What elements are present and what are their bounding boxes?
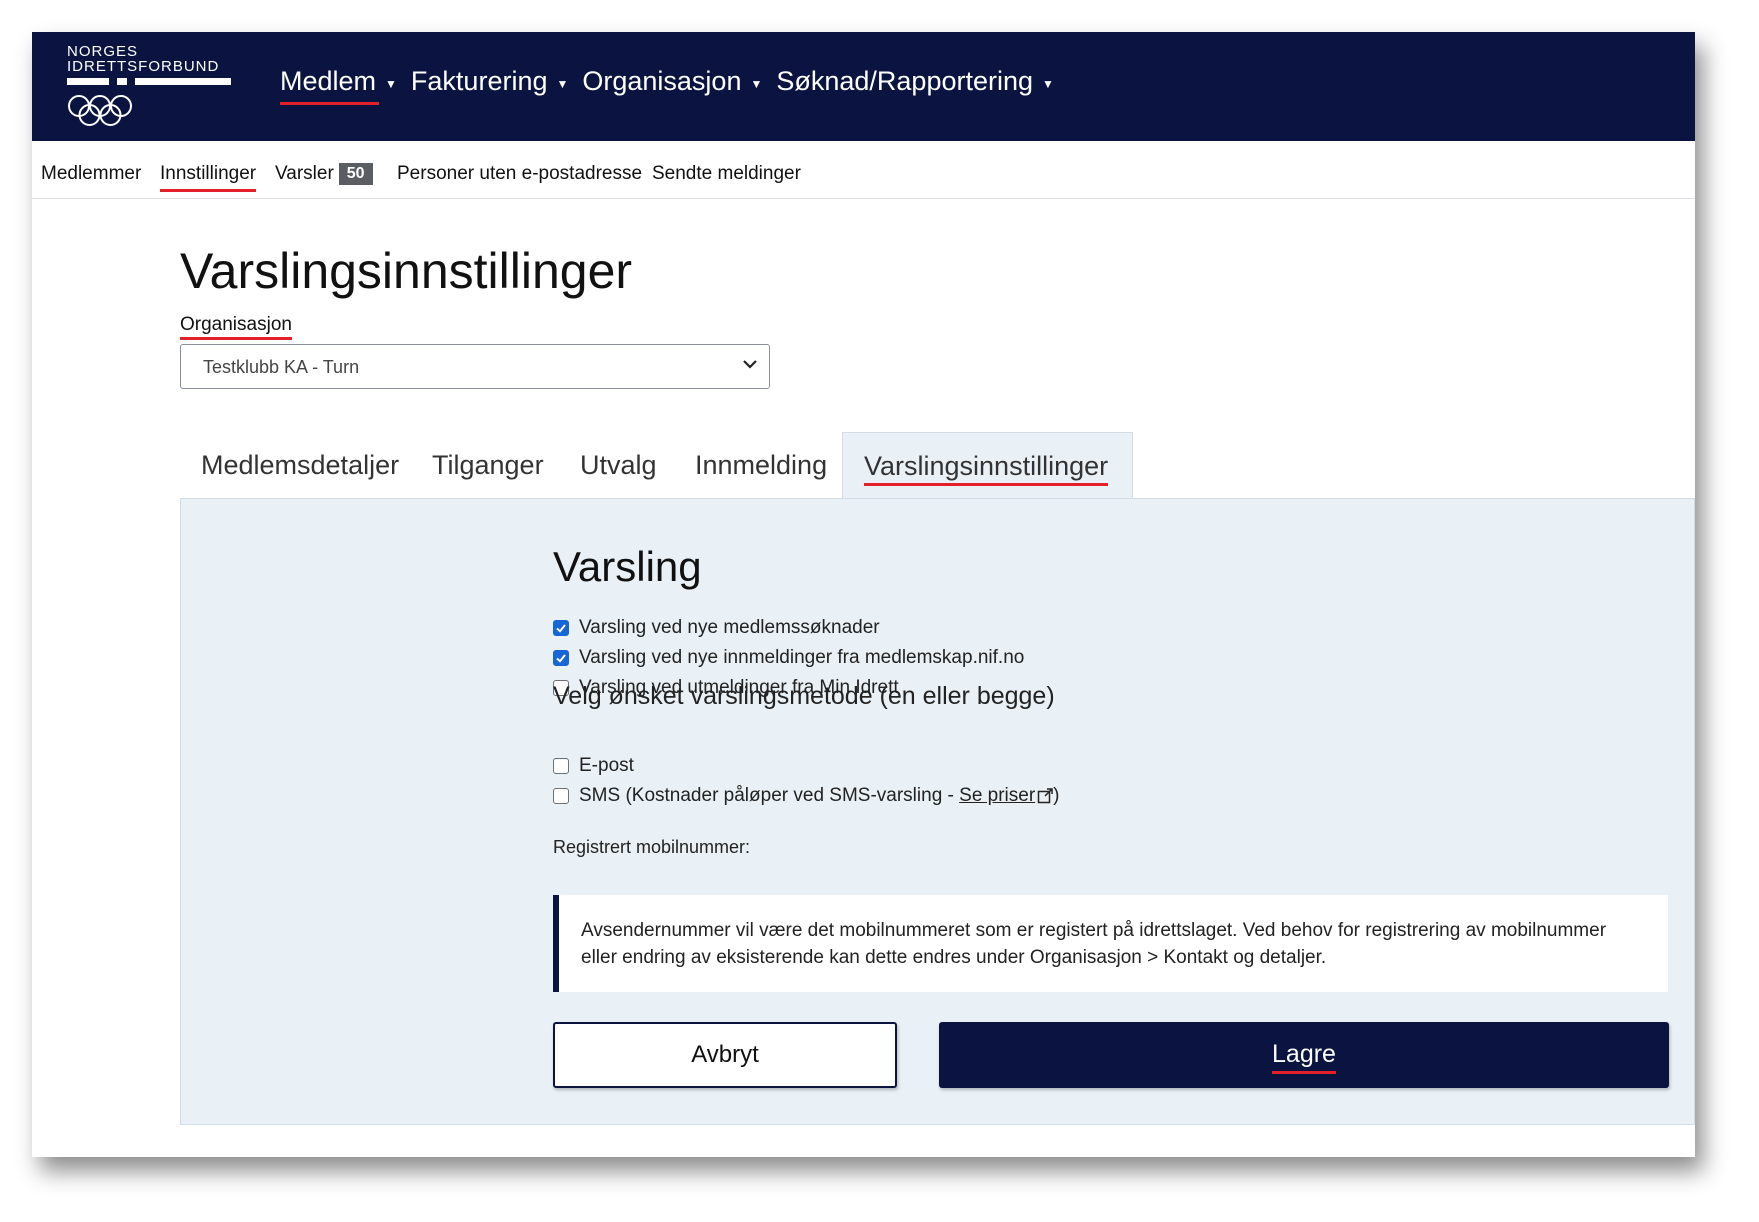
cancel-button[interactable]: Avbryt <box>553 1022 897 1088</box>
nav-organisasjon-label: Organisasjon <box>582 66 742 96</box>
tab-label: Medlemsdetaljer <box>201 450 400 480</box>
checkbox-checked[interactable] <box>553 620 569 636</box>
tab-tilganger[interactable]: Tilganger <box>432 432 544 499</box>
olympic-rings-icon <box>68 95 132 126</box>
checkbox-label: Varsling ved nye innmeldinger fra medlem… <box>579 647 1025 668</box>
tab-innmelding[interactable]: Innmelding <box>695 432 827 499</box>
checkbox-unchecked[interactable] <box>553 758 569 774</box>
nav-organisasjon[interactable]: Organisasjon ▼ <box>582 66 762 105</box>
sender-number-info-box: Avsendernummer vil være det mobilnummere… <box>553 895 1668 992</box>
caret-down-icon: ▼ <box>556 76 569 91</box>
checkbox-label-prefix: SMS (Kostnader påløper ved SMS-varsling … <box>579 785 960 806</box>
external-link-icon <box>1037 788 1053 804</box>
section-heading: Varsling <box>553 543 702 590</box>
tab-label: Varslingsinnstillinger <box>864 451 1109 486</box>
top-navigation-bar: NORGES IDRETTSFORBUND Medlem ▼ Faktureri… <box>32 32 1695 141</box>
checkbox-checked[interactable] <box>553 650 569 666</box>
chevron-down-icon <box>743 360 757 369</box>
notification-settings-panel: Varsling Varsling ved nye medlemssøknade… <box>180 498 1695 1125</box>
registered-mobile-label: Registrert mobilnummer: <box>553 837 751 857</box>
sub-navigation: Medlemmer Innstillinger Varsler 50 Person… <box>32 141 1695 199</box>
tab-varslingsinnstillinger[interactable]: Varslingsinnstillinger <box>842 432 1134 499</box>
logo-text-line1: NORGES <box>67 43 139 60</box>
save-button[interactable]: Lagre <box>939 1022 1669 1088</box>
tab-medlemsdetaljer[interactable]: Medlemsdetaljer <box>201 432 399 499</box>
checkmark-icon <box>556 624 566 633</box>
see-prices-link[interactable]: Se priser <box>959 785 1035 807</box>
nav-medlem-label: Medlem <box>280 66 377 96</box>
notify-new-applications-option[interactable]: Varsling ved nye medlemssøknader <box>553 617 880 639</box>
method-heading: Velg ønsket varslingsmetode (en eller be… <box>553 682 1055 710</box>
organisation-label: Organisasjon <box>180 314 292 340</box>
logo-text-line2: IDRETTSFORBUND <box>67 58 220 75</box>
subnav-personer-uten-epost[interactable]: Personer uten e-postadresse <box>397 163 642 189</box>
caret-down-icon: ▼ <box>1042 76 1054 91</box>
organisation-selected-value: Testklubb KA - Turn <box>203 357 360 377</box>
tab-label: Innmelding <box>695 450 828 480</box>
subnav-varsler-label: Varsler <box>275 163 334 184</box>
nif-logo[interactable]: NORGES IDRETTSFORBUND <box>67 42 237 132</box>
organisation-select[interactable]: Testklubb KA - Turn <box>180 344 770 389</box>
info-text: Avsendernummer vil være det mobilnummere… <box>581 920 1607 968</box>
tab-label: Utvalg <box>580 450 657 480</box>
nav-soknad-label: Søknad/Rapportering <box>776 66 1034 96</box>
tab-utvalg[interactable]: Utvalg <box>580 432 657 499</box>
nav-fakturering-label: Fakturering <box>410 66 548 96</box>
checkmark-icon <box>556 654 566 663</box>
nav-soknad-rapportering[interactable]: Søknad/Rapportering ▼ <box>776 66 1054 105</box>
flag-stripe-icon <box>67 78 231 85</box>
main-nav: Medlem ▼ Fakturering ▼ Organisasjon ▼ Sø… <box>280 66 1068 105</box>
method-email-option[interactable]: E-post <box>553 755 634 777</box>
settings-tabs: Medlemsdetaljer Tilganger Utvalg Innmeld… <box>180 432 1695 499</box>
app-window: NORGES IDRETTSFORBUND Medlem ▼ Faktureri… <box>32 32 1695 1157</box>
subnav-medlemmer[interactable]: Medlemmer <box>41 163 141 189</box>
nav-fakturering[interactable]: Fakturering ▼ <box>411 66 568 105</box>
checkbox-label: Varsling ved nye medlemssøknader <box>579 617 880 638</box>
subnav-innstillinger[interactable]: Innstillinger <box>160 163 257 192</box>
method-sms-option[interactable]: SMS (Kostnader påløper ved SMS-varsling … <box>553 785 1060 807</box>
checkbox-unchecked[interactable] <box>553 788 569 804</box>
save-button-label: Lagre <box>1272 1040 1336 1074</box>
alerts-count-badge: 50 <box>338 163 373 185</box>
checkbox-label-suffix: ) <box>1053 785 1060 806</box>
page-title: Varslingsinnstillinger <box>180 243 633 299</box>
checkbox-label: E-post <box>579 755 634 776</box>
nav-medlem[interactable]: Medlem ▼ <box>280 66 397 105</box>
caret-down-icon: ▼ <box>750 76 763 91</box>
tab-label: Tilganger <box>432 450 544 480</box>
subnav-sendte-meldinger[interactable]: Sendte meldinger <box>652 163 801 189</box>
subnav-varsler[interactable]: Varsler 50 <box>275 163 373 189</box>
notify-new-registrations-option[interactable]: Varsling ved nye innmeldinger fra medlem… <box>553 647 1024 669</box>
caret-down-icon: ▼ <box>385 76 397 91</box>
